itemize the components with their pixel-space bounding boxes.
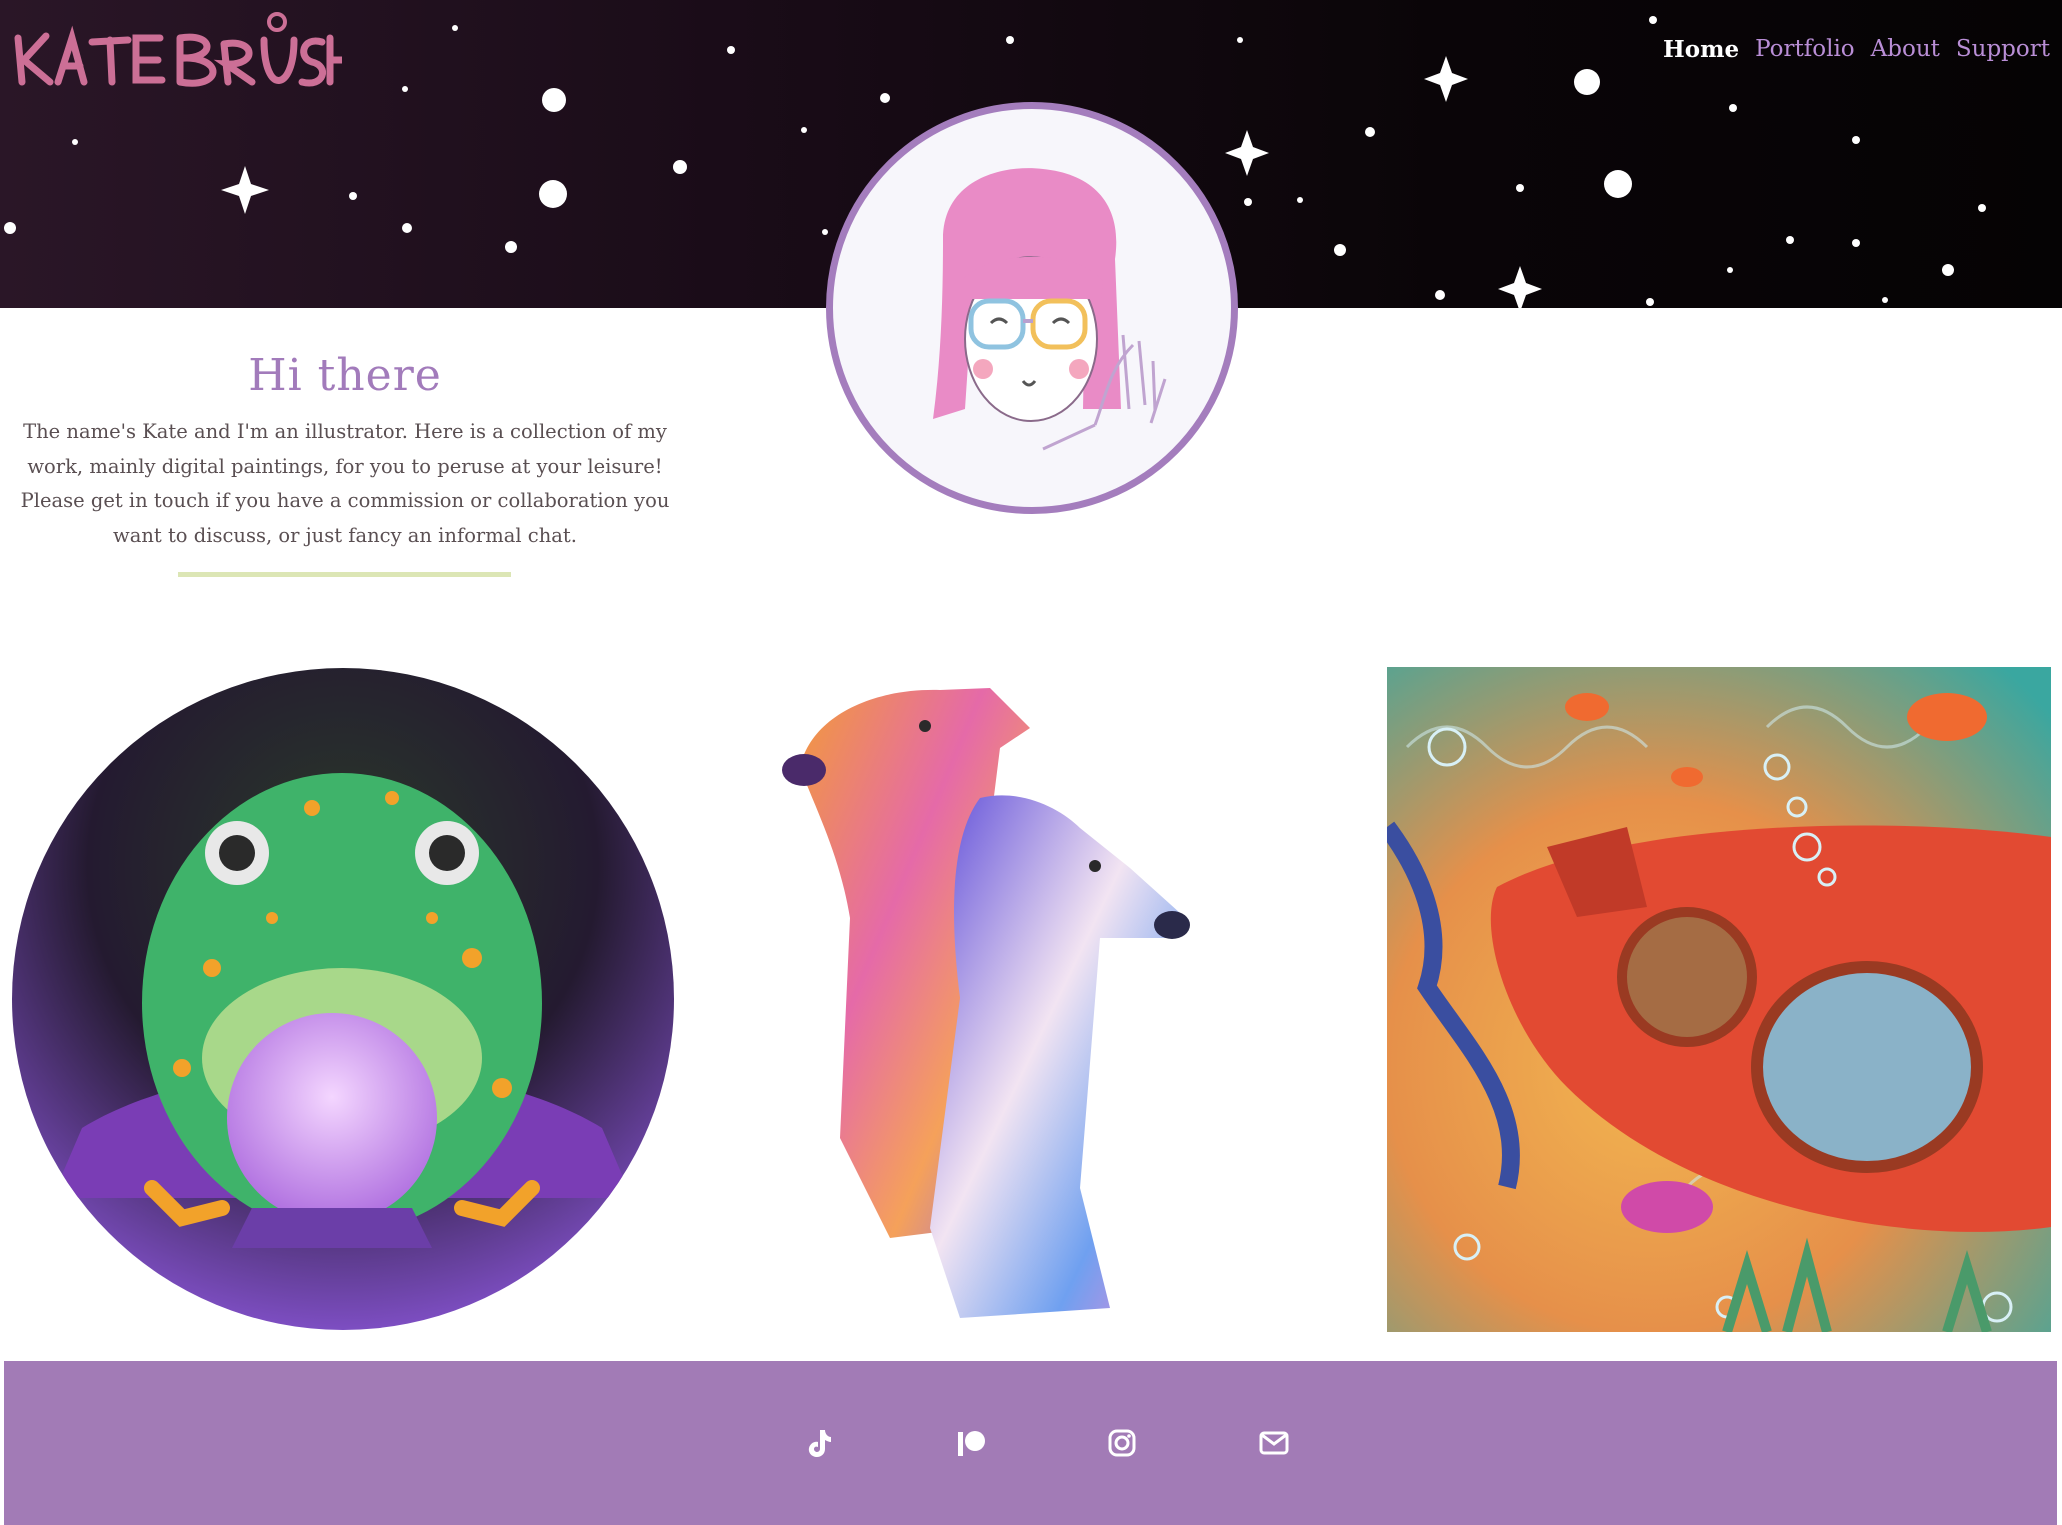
- girl-waving-illustration: [933, 168, 1167, 451]
- greyhound-dogs-illustration: [782, 688, 1190, 1318]
- nav-portfolio[interactable]: Portfolio: [1755, 36, 1855, 63]
- tiktok-glyph: [808, 1430, 831, 1457]
- nav-home[interactable]: Home: [1663, 36, 1739, 63]
- avatar: [826, 102, 1238, 514]
- email-icon[interactable]: [1244, 1361, 1304, 1525]
- submarine-underwater-illustration: [1387, 667, 2051, 1332]
- nav-support[interactable]: Support: [1956, 36, 2050, 63]
- envelope-glyph: [1259, 1431, 1289, 1455]
- instagram-glyph: [1108, 1429, 1136, 1457]
- nav-about[interactable]: About: [1871, 36, 1940, 63]
- tiktok-icon[interactable]: [789, 1361, 849, 1525]
- patreon-glyph: [958, 1431, 985, 1456]
- intro-text: The name's Kate and I'm an illustrator. …: [20, 420, 670, 547]
- gallery-item-frog[interactable]: [12, 668, 674, 1330]
- section-divider: [178, 572, 511, 577]
- intro-section: Hi there The name's Kate and I'm an illu…: [20, 350, 670, 553]
- instagram-icon[interactable]: [1092, 1361, 1152, 1525]
- main-nav: Home Portfolio About Support: [1663, 36, 2050, 63]
- frog-crystal-ball-illustration: [12, 668, 674, 1330]
- kate-brush-logo: [14, 12, 346, 87]
- patreon-icon[interactable]: [941, 1361, 1001, 1525]
- gallery-item-submarine[interactable]: [1387, 667, 2051, 1332]
- site-logo[interactable]: [12, 8, 346, 90]
- gallery-item-dogs[interactable]: [780, 668, 1320, 1330]
- footer: [4, 1361, 2057, 1525]
- page-title: Hi there: [248, 350, 442, 401]
